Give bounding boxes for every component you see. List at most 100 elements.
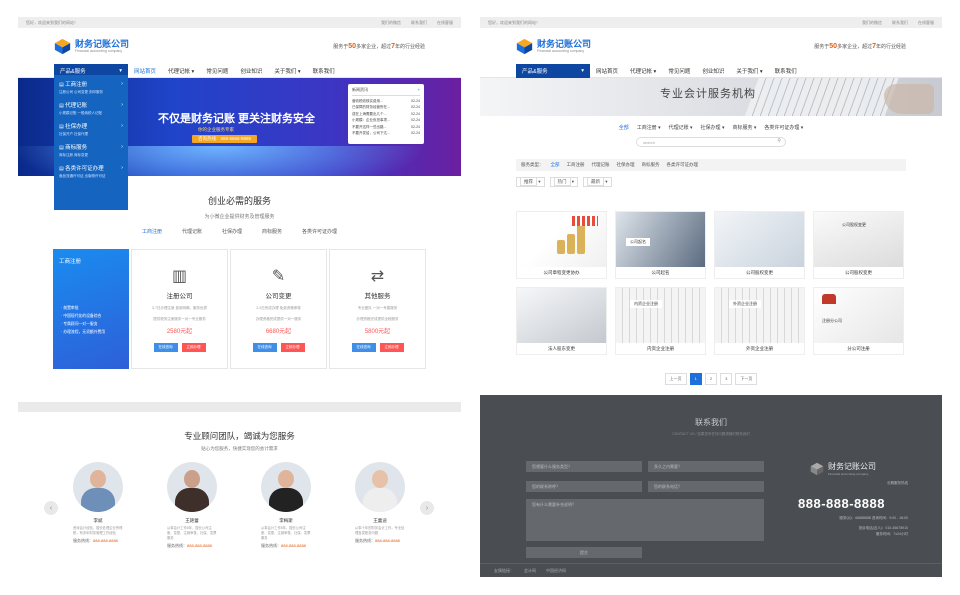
nav-bookkeeping[interactable]: 代理记帐 ▾	[162, 67, 200, 75]
footer-link[interactable]: 中国经济网	[546, 568, 566, 574]
search-input[interactable]: search	[636, 137, 786, 147]
welcome-text: 您好，欢迎来到我们的网站！	[488, 19, 540, 25]
services-subtitle: 为小微企业提供财务及管理服务	[204, 214, 275, 220]
next-page-button[interactable]: 下一页	[735, 373, 758, 385]
service-card: ✎ 公司变更 2-3日完成办理 免费资格审核 办理资格完成提供一对一服务 668…	[230, 249, 327, 369]
message-textarea[interactable]: 您有什么需要补充说明？	[526, 499, 764, 541]
contact-link[interactable]: 联系我们	[892, 20, 908, 26]
service-item[interactable]: 内资企业注册 内资企业注册	[615, 287, 706, 355]
dropdown-category[interactable]: 商标服务›商标注册 商标变更	[54, 140, 128, 161]
nav-startup[interactable]: 创业知识	[234, 67, 268, 75]
footer-links: 友情链接： 会计网 中国经济网	[480, 563, 942, 577]
nav-about[interactable]: 关于我们 ▾	[268, 67, 306, 75]
logo-cube-icon	[516, 38, 533, 54]
category-item[interactable]: 社保办理 ▾	[701, 124, 725, 131]
service-item[interactable]: 公司股权变更	[714, 211, 805, 279]
wechat-link[interactable]: 我们的微信	[381, 20, 401, 26]
price: 6680元起	[265, 329, 292, 335]
category-item[interactable]: 商标服务 ▾	[732, 124, 756, 131]
service-item[interactable]: 注册分公司 分公司注册	[813, 287, 904, 355]
filter-item[interactable]: 代理记账	[592, 162, 610, 168]
nav-faq[interactable]: 常见问题	[200, 67, 234, 75]
exchange-icon: ⇄	[370, 268, 385, 285]
wechat-link[interactable]: 我们的微信	[862, 20, 882, 26]
service-item[interactable]: 外资企业注册 外资企业注册	[714, 287, 805, 355]
consult-button[interactable]: 在线咨询	[153, 343, 178, 352]
nav-bookkeeping[interactable]: 代理记帐 ▾	[624, 67, 662, 75]
consult-button[interactable]: 在线咨询	[252, 343, 277, 352]
site-header: 财务记账公司 Financial accounting company 服务于5…	[480, 28, 942, 64]
banner-hotline: 咨询热线：888-6666-8888	[192, 135, 258, 143]
news-title: 新闻资讯	[352, 87, 368, 92]
service-item[interactable]: 公司起名 公司起名	[615, 211, 706, 279]
nav-faq[interactable]: 常见问题	[662, 67, 696, 75]
dropdown-category[interactable]: 各类许可证办理›食品流通许可证 出版物许可证	[54, 161, 128, 182]
sort-latest[interactable]: 最新 ▾	[583, 177, 612, 187]
tab-licenses[interactable]: 各类许可证办理	[302, 228, 337, 235]
nav-about[interactable]: 关于我们 ▾	[730, 67, 768, 75]
carousel-prev-icon[interactable]: ‹	[44, 501, 58, 515]
logo-subtitle: Financial accounting company	[537, 49, 585, 53]
filter-item[interactable]: 工商注册	[567, 162, 585, 168]
page-2-button[interactable]: 2	[704, 373, 718, 385]
footer-link[interactable]: 会计网	[524, 568, 536, 574]
tab-bookkeeping[interactable]: 代理记账	[182, 228, 202, 235]
carousel-next-icon[interactable]: ›	[420, 501, 434, 515]
page-3-button[interactable]: 3	[720, 373, 733, 385]
team-member[interactable]: 王蕾迪 从事十年的财务会计工作，专业处理各类账务问题 服务热线：888-888-…	[355, 462, 405, 549]
contact-title: 联系我们	[695, 418, 727, 427]
nav-home[interactable]: 网站首页	[590, 67, 624, 75]
dropdown-category[interactable]: 代理记账›小规模记账 一般纳税人记账	[54, 98, 128, 119]
edit-icon: ✎	[271, 268, 286, 285]
filter-item[interactable]: 各类许可证办理	[667, 162, 699, 168]
nav-contact[interactable]: 联系我们	[769, 67, 803, 75]
online-service-link[interactable]: 在线客服	[918, 20, 934, 26]
category-item[interactable]: 代理记账 ▾	[669, 124, 693, 131]
product-menu-button[interactable]: 产品&服务 ▾	[516, 63, 590, 78]
filter-item[interactable]: 商标服务	[642, 162, 660, 168]
name-field[interactable]: 您的联系称呼？	[526, 481, 642, 492]
sort-recommended[interactable]: 推荐 ▾	[516, 177, 545, 187]
category-item[interactable]: 工商注册 ▾	[637, 124, 661, 131]
prev-page-button[interactable]: 上一页	[664, 373, 687, 385]
timeframe-field[interactable]: 多久之内需要？	[648, 461, 764, 472]
category-item[interactable]: 各类许可证办理 ▾	[764, 124, 803, 131]
dropdown-category[interactable]: 工商注册›注册公司 公司变更 刻印服务	[54, 77, 128, 98]
tab-trademark[interactable]: 商标服务	[262, 228, 282, 235]
tab-business-registration[interactable]: 工商注册	[142, 228, 162, 235]
team-member[interactable]: 李斌 资深会计经验，擅长处理企业所得税，有多年财务管理工作经验 服务热线：888…	[73, 462, 123, 549]
filter-item[interactable]: 社保办理	[617, 162, 635, 168]
phone-field[interactable]: 您的联系电话？	[648, 481, 764, 492]
nav-startup[interactable]: 创业知识	[696, 67, 730, 75]
team-member[interactable]: 王艳蕾 从事会计工作8年，擅长公司注册、变更、注销审核、社保、发票服务 服务热线…	[167, 462, 217, 549]
consult-button[interactable]: 在线咨询	[351, 343, 376, 352]
service-item[interactable]: 公司章程变更协办	[516, 211, 607, 279]
apply-button[interactable]: 立即办理	[379, 343, 404, 352]
apply-button[interactable]: 立即办理	[181, 343, 206, 352]
logo[interactable]: 财务记账公司 Financial accounting company	[54, 38, 129, 55]
service-type-field[interactable]: 您想要什么服务类型？	[526, 461, 642, 472]
news-more-link[interactable]: +	[418, 87, 420, 93]
avatar	[261, 462, 311, 512]
sort-hot[interactable]: 热门 ▾	[549, 177, 579, 187]
apply-button[interactable]: 立即办理	[280, 343, 305, 352]
nav-home[interactable]: 网站首页	[128, 67, 162, 75]
tab-social-security[interactable]: 社保办理	[222, 228, 242, 235]
contact-link[interactable]: 联系我们	[411, 20, 427, 26]
page-1-button[interactable]: 1	[689, 373, 702, 385]
price: 2580元起	[166, 329, 193, 335]
page-banner: 专业会计服务机构	[480, 78, 942, 116]
service-item[interactable]: 公司股权变更 公司股权变更	[813, 211, 904, 279]
online-service-link[interactable]: 在线客服	[437, 20, 453, 26]
submit-button[interactable]: 提交	[526, 547, 642, 558]
dropdown-category[interactable]: 社保办理›社保开户 社保代理	[54, 119, 128, 140]
nav-contact[interactable]: 联系我们	[307, 67, 341, 75]
caret-down-icon: ▾	[119, 67, 122, 74]
service-item[interactable]: 法人股东变更	[516, 287, 607, 355]
logo-cube-icon	[810, 462, 824, 475]
filter-item[interactable]: 全部	[551, 162, 560, 168]
category-all[interactable]: 全部	[619, 124, 629, 131]
team-member[interactable]: 李梅斯 从事会计工作8年，擅长公司注册、变更、注销审核、社保、发票服务 服务热线…	[261, 462, 311, 549]
logo[interactable]: 财务记账公司 Financial accounting company	[516, 38, 591, 55]
news-item[interactable]: 不要开发给，公司下达... 02-24	[352, 130, 420, 136]
